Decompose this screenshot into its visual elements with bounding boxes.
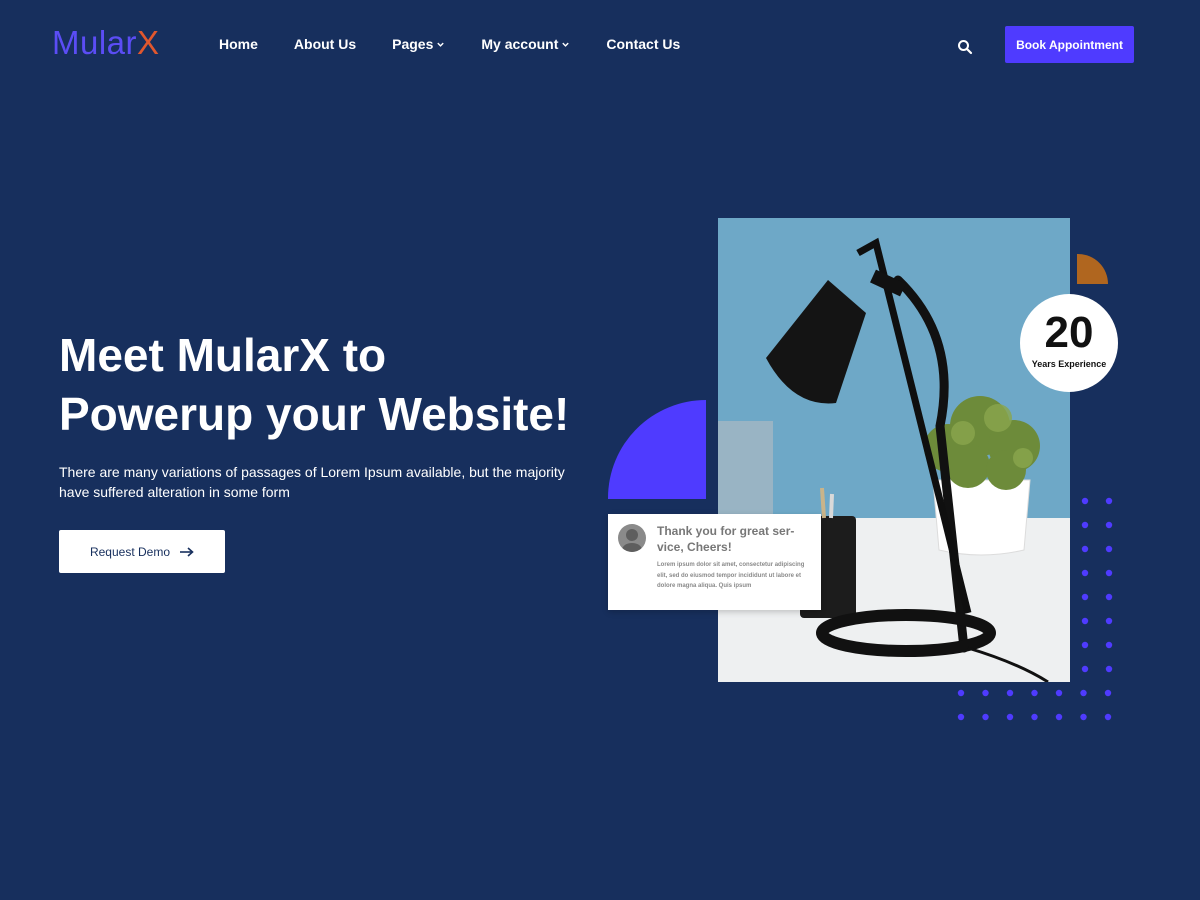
decorative-orange-shape	[1077, 254, 1108, 284]
dot	[1105, 569, 1113, 577]
nav-label: My account	[481, 36, 559, 52]
search-icon[interactable]	[957, 39, 973, 55]
dot	[1081, 617, 1089, 625]
request-demo-label: Request Demo	[89, 544, 171, 559]
nav-item-home[interactable]: Home	[219, 36, 258, 52]
hero-description: There are many variations of passages of…	[59, 464, 565, 500]
dot	[1105, 593, 1113, 601]
nav-item-pages[interactable]: Pages	[392, 36, 445, 52]
dot	[1080, 713, 1087, 721]
arrow-right-icon	[180, 546, 194, 557]
request-demo-button[interactable]: Request Demo	[59, 530, 225, 573]
logo[interactable]: MularX	[52, 24, 160, 62]
dot	[1104, 713, 1112, 721]
chevron-down-icon	[437, 42, 445, 47]
dot	[1081, 593, 1089, 601]
dot	[1055, 689, 1063, 697]
dot	[1105, 641, 1113, 649]
dot	[1081, 569, 1089, 577]
dot	[1105, 497, 1113, 505]
decorative-quarter-circle	[608, 400, 706, 499]
dot	[957, 689, 965, 697]
main-nav: Home About Us Pages My account Contact U…	[219, 36, 716, 52]
nav-label: About Us	[293, 36, 357, 52]
dot	[1081, 665, 1089, 673]
dot	[957, 713, 965, 721]
dot	[1081, 641, 1089, 649]
hero-title-line-1: Meet MularX to	[59, 329, 387, 381]
dot	[1105, 665, 1113, 673]
decorative-dot-grid	[957, 497, 1113, 721]
nav-label: Home	[219, 36, 258, 52]
dot	[1031, 689, 1038, 697]
nav-item-about-us[interactable]: About Us	[294, 36, 356, 52]
dot	[1006, 713, 1014, 721]
dot	[1105, 545, 1113, 553]
dot	[1105, 617, 1113, 625]
experience-label: Years Experience	[1031, 359, 1107, 369]
dot	[1080, 689, 1087, 697]
testimonial-text: Lorem ipsum dolor sit amet, consectetur …	[657, 562, 805, 589]
avatar	[618, 524, 646, 552]
experience-badge: 20 Years Experience	[1020, 294, 1118, 392]
dot	[1081, 521, 1089, 529]
dot	[1081, 545, 1089, 553]
dot	[982, 713, 989, 721]
nav-label: Contact Us	[606, 36, 681, 52]
dot	[1055, 713, 1063, 721]
book-appointment-button[interactable]: Book Appointment	[1005, 26, 1134, 63]
dot	[1006, 689, 1014, 697]
nav-item-my-account[interactable]: My account	[481, 36, 570, 52]
dot	[1104, 689, 1112, 697]
dot	[1081, 497, 1089, 505]
nav-item-contact-us[interactable]: Contact Us	[606, 36, 680, 52]
dot	[1031, 713, 1038, 721]
logo-x: X	[137, 24, 160, 61]
logo-text: Mular	[52, 24, 138, 61]
chevron-down-icon	[562, 42, 570, 47]
experience-number: 20	[1044, 308, 1094, 357]
hero-title-line-2: Powerup your Website!	[59, 388, 570, 440]
dot	[982, 689, 989, 697]
dot	[1105, 521, 1113, 529]
testimonial-card: Thank you for great ser-vice, Cheers! Lo…	[608, 514, 821, 610]
hero-title: Meet MularX to Powerup your Website!	[59, 326, 619, 444]
nav-label: Pages	[392, 36, 434, 52]
testimonial-title: Thank you for great ser-vice, Cheers!	[657, 524, 795, 554]
